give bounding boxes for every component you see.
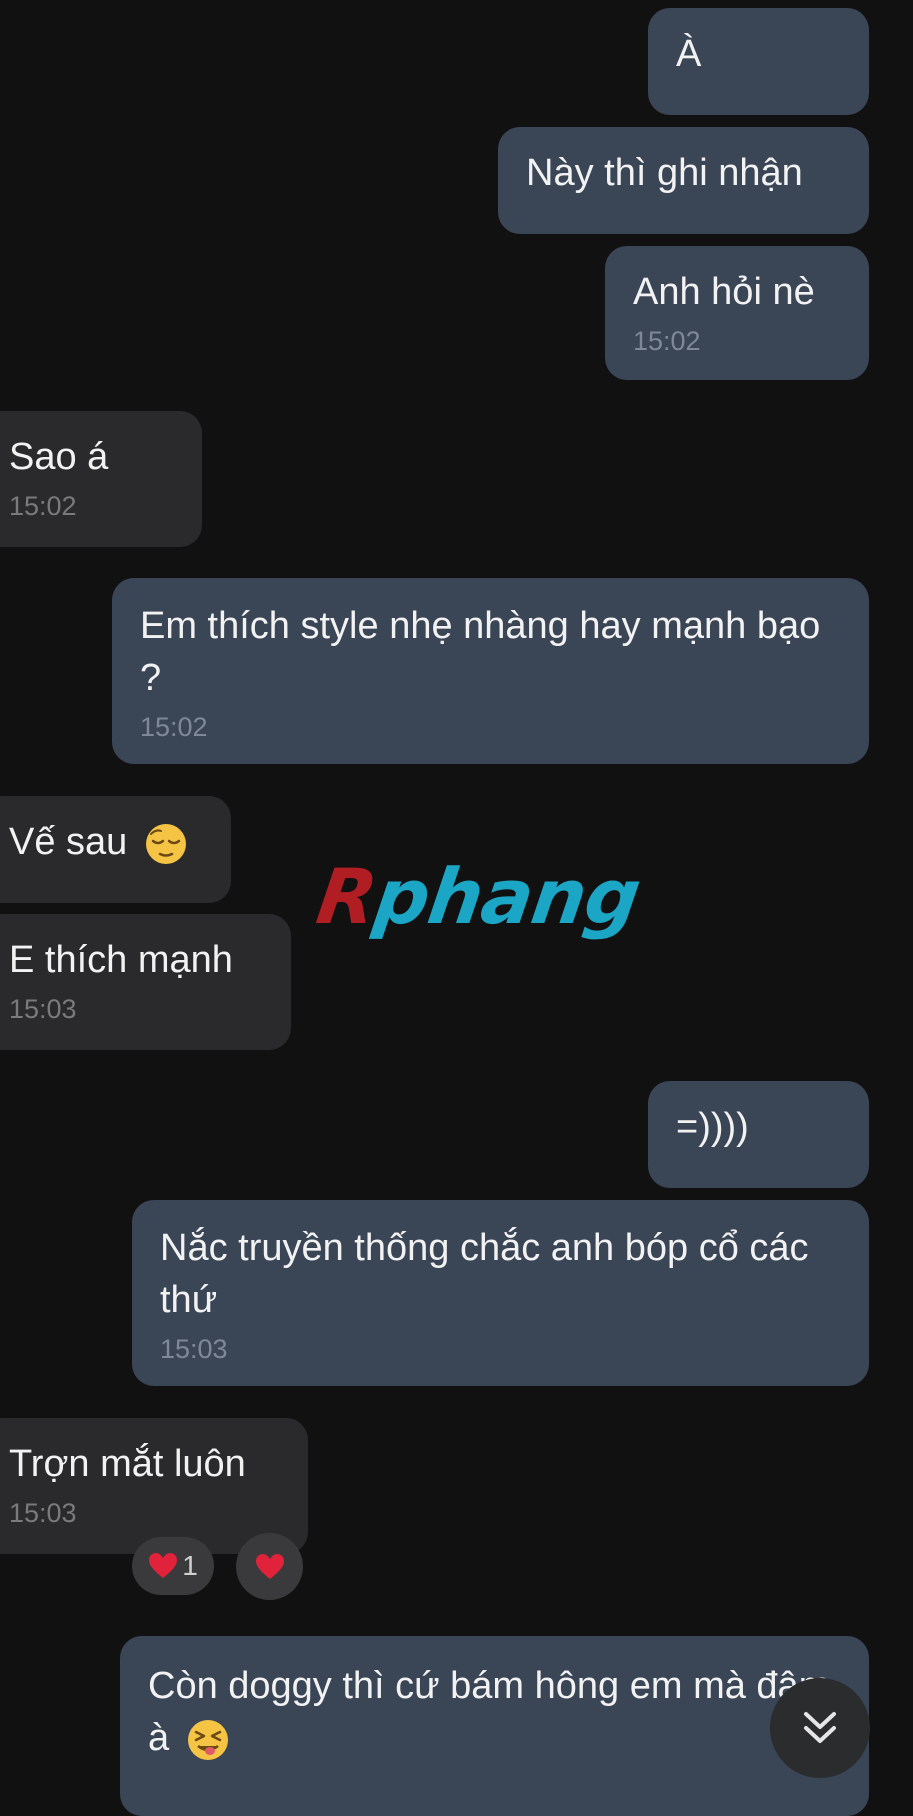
heart-icon [255,1553,284,1579]
reaction-heart-add[interactable] [236,1533,303,1600]
message-text: =)))) [676,1106,749,1148]
message-text: Trợn mắt luôn [9,1443,246,1485]
message-text: Em thích style nhẹ nhàng hay mạnh bạo ? [140,605,821,699]
message-timestamp: 15:02 [140,712,208,742]
message-text: Anh hỏi nè [633,271,815,313]
message-timestamp: 15:03 [9,1498,77,1528]
message-timestamp: 15:02 [633,326,701,356]
message-text: Sao á [9,436,109,478]
message-bubble-received[interactable]: Vế sau [0,796,231,903]
heart-icon [149,1553,178,1578]
message-bubble-sent[interactable]: Nắc truyền thống chắc anh bóp cổ các thứ… [132,1200,869,1386]
watermark-logo: Rphang [312,852,645,941]
message-text: Nắc truyền thống chắc anh bóp cổ các thứ [160,1227,809,1321]
message-bubble-sent[interactable]: Em thích style nhẹ nhàng hay mạnh bạo ? … [112,578,869,764]
message-timestamp: 15:02 [9,491,77,521]
message-text: E thích mạnh [9,939,233,981]
relieved-face-emoji [145,823,186,864]
message-bubble-sent[interactable]: À [648,8,869,115]
message-text: Này thì ghi nhận [526,152,803,194]
message-text: Vế sau [9,821,128,863]
reaction-heart-count[interactable]: 1 [132,1537,214,1595]
message-bubble-sent[interactable]: Anh hỏi nè 15:02 [605,246,869,380]
watermark-text: phang [369,852,646,941]
message-timestamp: 15:03 [9,994,77,1024]
reaction-count: 1 [182,1550,198,1581]
scroll-to-bottom-button[interactable] [770,1678,870,1778]
message-bubble-received[interactable]: Sao á 15:02 [0,411,202,547]
message-bubble-received[interactable]: E thích mạnh 15:03 [0,914,291,1050]
message-text: À [676,33,702,75]
message-text: Còn doggy thì cứ bám hông em mà đâm à [148,1665,831,1759]
message-bubble-sent[interactable]: Này thì ghi nhận [498,127,869,234]
message-bubble-sent[interactable]: =)))) [648,1081,869,1188]
message-timestamp: 15:03 [160,1334,228,1364]
double-chevron-down-icon [804,1712,836,1743]
tongue-out-emoji [187,1719,228,1760]
message-bubble-sent[interactable]: Còn doggy thì cứ bám hông em mà đâm à [120,1636,869,1816]
